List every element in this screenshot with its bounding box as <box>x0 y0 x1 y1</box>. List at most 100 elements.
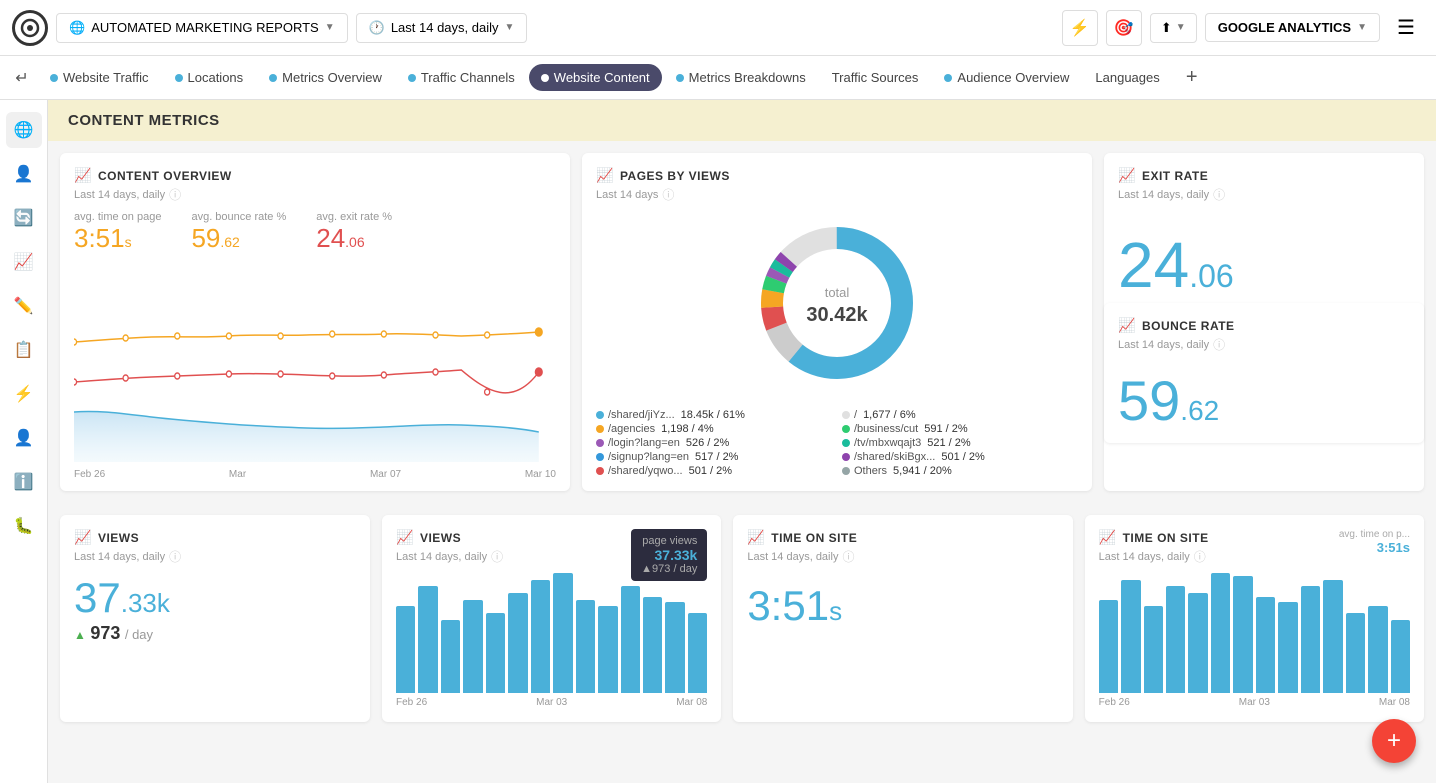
tab-label: Metrics Overview <box>282 70 382 85</box>
info-icon[interactable]: ⓘ <box>491 548 503 565</box>
ga-dropdown-arrow: ▼ <box>1357 22 1367 33</box>
ga-selector[interactable]: GOOGLE ANALYTICS ▼ <box>1205 13 1380 42</box>
globe-icon: 🌐 <box>69 20 85 36</box>
legend-item: Others 5,941 / 20% <box>842 465 1078 477</box>
legend-item: /shared/yqwo... 501 / 2% <box>596 465 832 477</box>
trend-icon: 📈 <box>747 529 765 546</box>
sidebar-icon-user[interactable]: 👤 <box>6 420 42 456</box>
subtitle-text: Last 14 days, daily <box>1118 189 1209 201</box>
bar <box>508 593 527 693</box>
tab-dot <box>541 74 549 82</box>
time-bar-chart <box>1099 573 1410 693</box>
card-title-text: BOUNCE RATE <box>1142 319 1235 333</box>
add-tab-button[interactable]: + <box>1178 64 1206 92</box>
info-icon[interactable]: ⓘ <box>169 548 181 565</box>
subtitle-text: Last 14 days, daily <box>74 551 165 563</box>
info-icon[interactable]: ⓘ <box>1213 336 1225 353</box>
card-subtitle: Last 14 days, daily ⓘ <box>1118 186 1410 203</box>
legend-dot <box>596 425 604 433</box>
tab-dot <box>50 74 58 82</box>
sidebar-icon-edit[interactable]: ✏️ <box>6 288 42 324</box>
sidebar-icon-refresh[interactable]: 🔄 <box>6 200 42 236</box>
chart-x-labels: Feb 26 Mar Mar 07 Mar 10 <box>74 469 556 480</box>
tab-label: Locations <box>188 70 244 85</box>
tab-label: Website Content <box>554 70 650 85</box>
bar <box>1301 586 1320 693</box>
card-title-text: TIME ON SITE <box>1123 531 1209 545</box>
info-icon[interactable]: ⓘ <box>1194 548 1206 565</box>
bar <box>665 602 684 693</box>
subtitle-text: Last 14 days, daily <box>74 189 165 201</box>
tab-traffic-sources[interactable]: Traffic Sources <box>820 64 931 91</box>
share-icon: ⬆ <box>1161 20 1172 36</box>
card-title: 📈 BOUNCE RATE <box>1118 317 1410 334</box>
legend-item: /login?lang=en 526 / 2% <box>596 437 832 449</box>
legend-item: /shared/skiBgx... 501 / 2% <box>842 451 1078 463</box>
fab-button[interactable]: + <box>1372 719 1416 763</box>
sidebar-icon-clipboard[interactable]: 📋 <box>6 332 42 368</box>
donut-wrapper: total 30.42k <box>596 203 1078 403</box>
pages-legend: /shared/jiYz... 18.45k / 61% / 1,677 / 6… <box>596 409 1078 477</box>
exit-rate-value: 24.06 <box>1118 233 1410 297</box>
logo[interactable] <box>12 10 48 46</box>
content-overview-chart: Feb 26 Mar Mar 07 Mar 10 <box>74 262 556 462</box>
target-icon: 🎯 <box>1114 18 1134 38</box>
cards-grid: 📈 CONTENT OVERVIEW Last 14 days, daily ⓘ… <box>48 141 1436 515</box>
bottom-row: 📈 VIEWS Last 14 days, daily ⓘ 37.33k ▲ 9… <box>48 515 1436 734</box>
time-on-site-right-card: 📈 TIME ON SITE Last 14 days, daily ⓘ avg… <box>1085 515 1424 722</box>
trend-icon: 📈 <box>74 167 92 184</box>
card-title: 📈 TIME ON SITE <box>747 529 1058 546</box>
sidebar-icon-globe[interactable]: 🌐 <box>6 112 42 148</box>
views-bar-chart <box>396 573 707 693</box>
views-big-value: 37.33k <box>74 577 356 619</box>
tab-label: Audience Overview <box>957 70 1069 85</box>
sidebar: 🌐 👤 🔄 📈 ✏️ 📋 ⚡ 👤 ℹ️ 🐛 <box>0 100 48 783</box>
report-selector[interactable]: 🌐 AUTOMATED MARKETING REPORTS ▼ <box>56 13 348 43</box>
content-header-text: CONTENT METRICS <box>68 112 220 129</box>
content-overview-card: 📈 CONTENT OVERVIEW Last 14 days, daily ⓘ… <box>60 153 570 491</box>
tab-metrics-breakdowns[interactable]: Metrics Breakdowns <box>664 64 818 91</box>
legend-dot <box>596 453 604 461</box>
avg-exit-metric: avg. exit rate % 24.06 <box>316 211 392 254</box>
bar <box>688 613 707 693</box>
sidebar-icon-info[interactable]: ℹ️ <box>6 464 42 500</box>
bar <box>1166 586 1185 693</box>
bar <box>531 580 550 693</box>
tab-website-traffic[interactable]: Website Traffic <box>38 64 161 91</box>
card-title-text: VIEWS <box>98 531 139 545</box>
sidebar-icon-people[interactable]: 👤 <box>6 156 42 192</box>
card-title-text: TIME ON SITE <box>771 531 857 545</box>
nav-back-button[interactable]: ↵ <box>8 64 36 92</box>
avg-bounce-value: 59.62 <box>191 223 286 254</box>
main-content: CONTENT METRICS 📈 CONTENT OVERVIEW Last … <box>48 100 1436 783</box>
info-icon[interactable]: ⓘ <box>662 186 674 203</box>
topbar: 🌐 AUTOMATED MARKETING REPORTS ▼ 🕐 Last 1… <box>0 0 1436 56</box>
bar <box>1188 593 1207 693</box>
sidebar-icon-bug[interactable]: 🐛 <box>6 508 42 544</box>
sidebar-icon-lightning[interactable]: ⚡ <box>6 376 42 412</box>
tab-locations[interactable]: Locations <box>163 64 256 91</box>
avg-time-label: avg. time on page <box>74 211 161 223</box>
date-selector[interactable]: 🕐 Last 14 days, daily ▼ <box>356 13 528 43</box>
menu-button[interactable]: ☰ <box>1388 10 1424 46</box>
lightning-button[interactable]: ⚡ <box>1062 10 1098 46</box>
bar <box>463 600 482 693</box>
tab-audience-overview[interactable]: Audience Overview <box>932 64 1081 91</box>
donut-chart: total 30.42k <box>747 213 927 393</box>
tab-traffic-channels[interactable]: Traffic Channels <box>396 64 527 91</box>
legend-item: /agencies 1,198 / 4% <box>596 423 832 435</box>
avg-bounce-metric: avg. bounce rate % 59.62 <box>191 211 286 254</box>
card-subtitle: Last 14 days, daily ⓘ <box>1118 336 1410 353</box>
info-icon[interactable]: ⓘ <box>1213 186 1225 203</box>
share-button[interactable]: ⬆ ▼ <box>1150 13 1197 43</box>
chart-x-labels: Feb 26 Mar 03 Mar 08 <box>396 697 707 708</box>
sidebar-icon-chart[interactable]: 📈 <box>6 244 42 280</box>
tab-metrics-overview[interactable]: Metrics Overview <box>257 64 394 91</box>
target-button[interactable]: 🎯 <box>1106 10 1142 46</box>
info-icon[interactable]: ⓘ <box>169 186 181 203</box>
card-title-text: VIEWS <box>420 531 461 545</box>
tab-website-content[interactable]: Website Content <box>529 64 662 91</box>
info-icon[interactable]: ⓘ <box>842 548 854 565</box>
bar <box>1391 620 1410 693</box>
tab-languages[interactable]: Languages <box>1083 64 1171 91</box>
